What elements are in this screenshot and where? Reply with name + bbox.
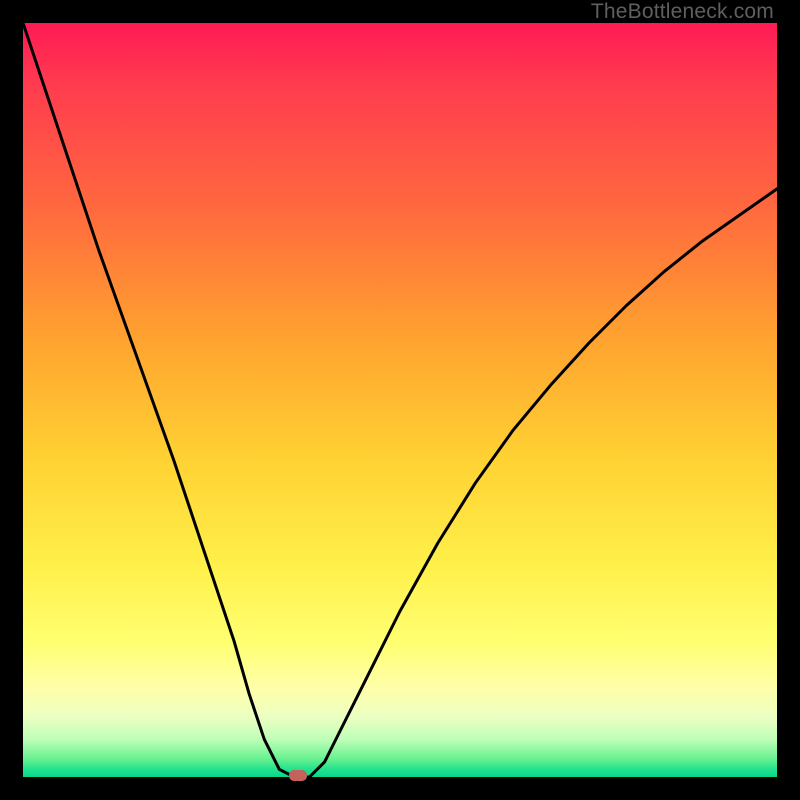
plot-area: [23, 23, 777, 777]
watermark-text: TheBottleneck.com: [591, 0, 774, 24]
chart-frame: TheBottleneck.com: [0, 0, 800, 800]
curve-svg: [23, 23, 777, 777]
minimum-marker: [289, 770, 307, 781]
bottleneck-curve-path: [23, 23, 777, 777]
